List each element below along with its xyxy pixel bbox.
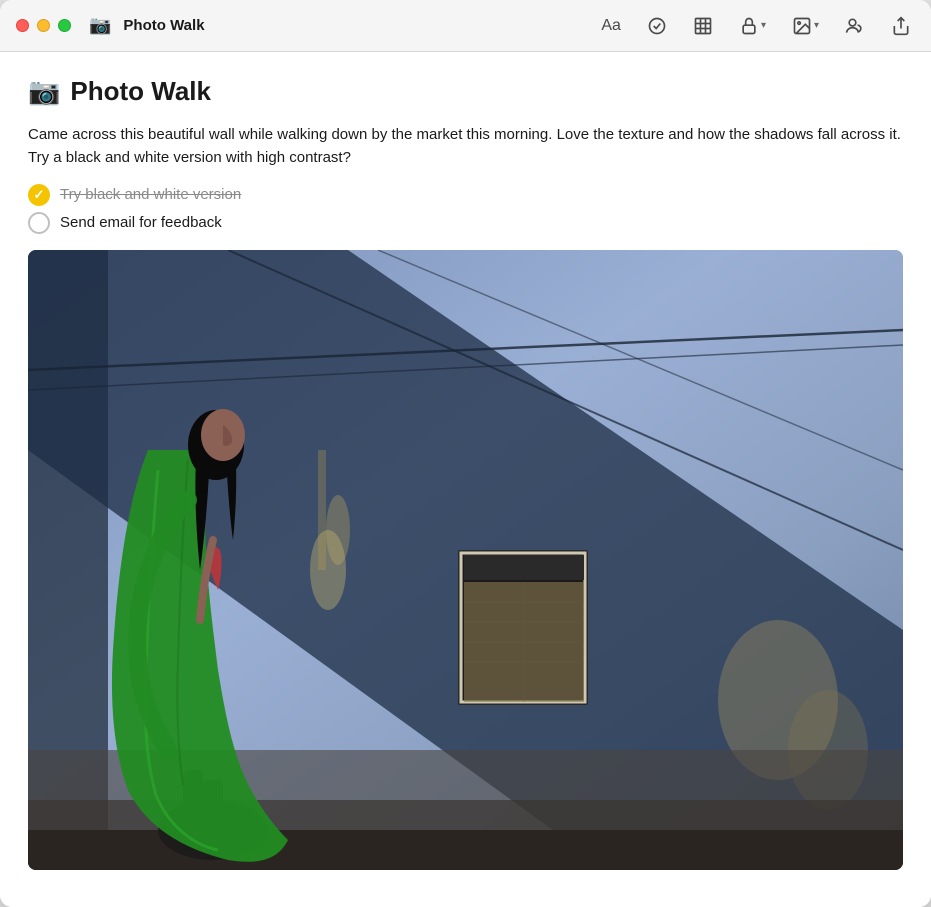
note-body-text: Came across this beautiful wall while wa…: [28, 123, 903, 170]
titlebar-title: Photo Walk: [123, 17, 589, 34]
font-button[interactable]: Aa: [597, 13, 625, 39]
table-icon: [693, 16, 713, 36]
checklist-button[interactable]: [643, 12, 671, 40]
collab-icon: [845, 16, 865, 36]
lock-dropdown-caret: ▾: [761, 20, 766, 31]
share-button[interactable]: [887, 12, 915, 40]
titlebar-app-icon: 📷: [89, 15, 111, 36]
media-button[interactable]: ▾: [788, 12, 823, 40]
note-title-row: 📷 Photo Walk: [28, 76, 903, 107]
photo-image: [28, 250, 903, 870]
lock-icon: [739, 16, 759, 36]
share-icon: [891, 16, 911, 36]
font-icon: Aa: [601, 17, 621, 35]
checklist-label-1: Try black and white version: [60, 186, 241, 203]
note-title-icon: 📷: [28, 76, 60, 107]
photo-scene: [28, 250, 903, 870]
checklist-item-2: Send email for feedback: [28, 212, 903, 234]
collaboration-button[interactable]: [841, 12, 869, 40]
note-content: 📷 Photo Walk Came across this beautiful …: [0, 52, 931, 907]
traffic-lights: [16, 19, 71, 32]
table-button[interactable]: [689, 12, 717, 40]
checklist-label-2: Send email for feedback: [60, 214, 222, 231]
checklist: Try black and white version Send email f…: [28, 184, 903, 234]
image-icon: [792, 16, 812, 36]
check-circle-icon: [647, 16, 667, 36]
maximize-button[interactable]: [58, 19, 71, 32]
app-window: 📷 Photo Walk Aa: [0, 0, 931, 907]
media-dropdown-caret: ▾: [814, 20, 819, 31]
lock-button[interactable]: ▾: [735, 12, 770, 40]
checkbox-empty-2[interactable]: [28, 212, 50, 234]
titlebar: 📷 Photo Walk Aa: [0, 0, 931, 52]
checkbox-done-1[interactable]: [28, 184, 50, 206]
note-title-text: Photo Walk: [70, 76, 211, 107]
minimize-button[interactable]: [37, 19, 50, 32]
checklist-item-1: Try black and white version: [28, 184, 903, 206]
titlebar-actions: Aa: [597, 12, 915, 40]
close-button[interactable]: [16, 19, 29, 32]
photo-container: [28, 250, 903, 870]
